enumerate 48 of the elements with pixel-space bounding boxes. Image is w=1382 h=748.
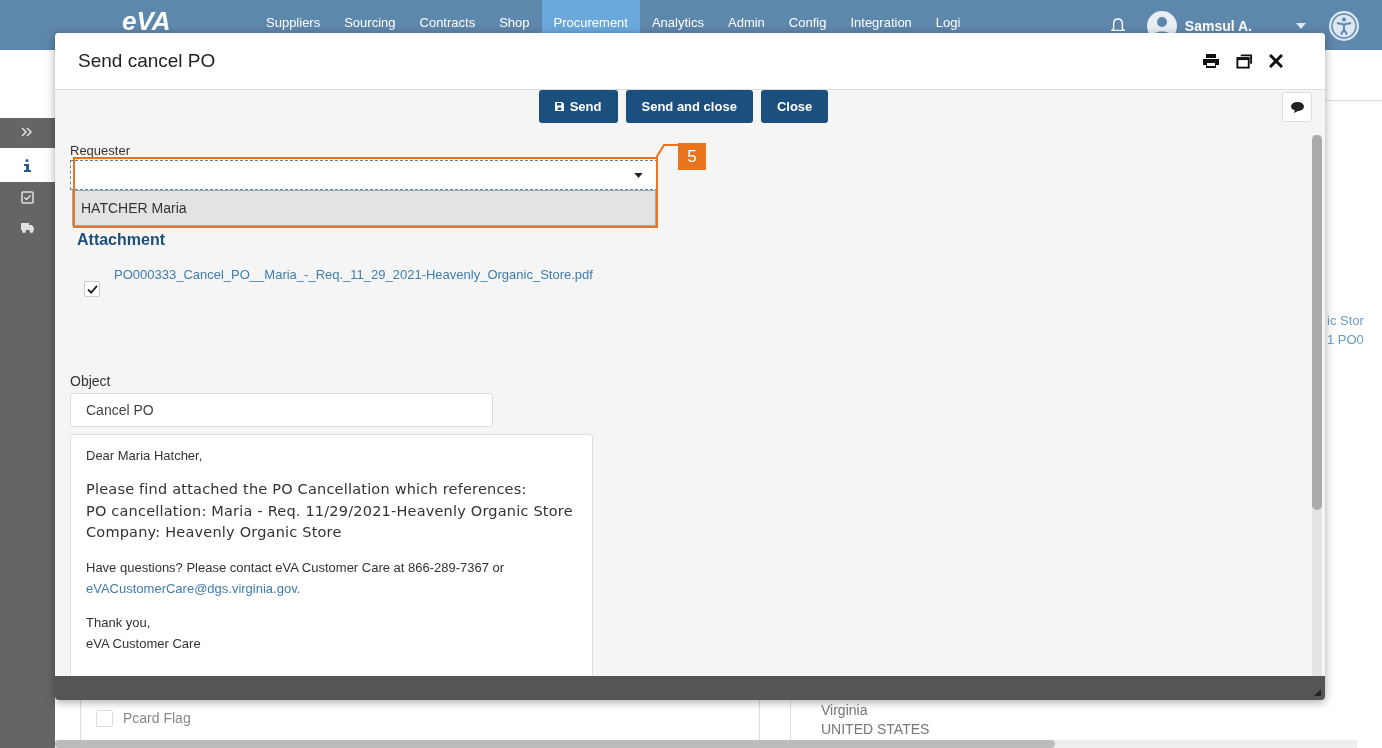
- message-text: Thank you,: [86, 613, 152, 632]
- email-link[interactable]: eVACustomerCare@dgs.virginia.gov.: [86, 580, 301, 596]
- restore-window-icon[interactable]: [1236, 53, 1253, 69]
- message-text: Please find attached the PO Cancellation which references:: [86, 480, 528, 499]
- leader-line: [656, 144, 678, 158]
- close-icon[interactable]: [1269, 54, 1283, 68]
- section-heading: Attachment: [76, 231, 165, 250]
- dialog-button[interactable]: Send: [538, 90, 618, 123]
- message-text: Dear Maria Hatcher,: [86, 447, 204, 465]
- accessibility-icon[interactable]: [1328, 10, 1360, 42]
- logo[interactable]: eVA: [122, 6, 232, 37]
- print-icon[interactable]: [1202, 53, 1220, 69]
- checkbox-label: Pcard Flag: [123, 710, 191, 726]
- comment-button[interactable]: [1282, 92, 1312, 122]
- info-icon: [21, 158, 34, 172]
- dropdown-option[interactable]: HATCHER Maria: [73, 191, 655, 225]
- message-editor[interactable]: [70, 434, 593, 676]
- link-text[interactable]: ic Stor: [1327, 311, 1382, 330]
- link-text[interactable]: 1 PO0: [1327, 330, 1382, 349]
- object-input-field[interactable]: Cancel PO: [70, 393, 493, 427]
- field-label: Requester: [70, 143, 130, 160]
- message-text: eVA Customer Care: [86, 634, 202, 653]
- checkbox[interactable]: [96, 709, 113, 727]
- message-text: Have questions? Please contact eVA Customer Care at 866-289-7367 or eVACustomerCare@dgs.virginia.gov.: [86, 558, 506, 598]
- requester-combobox[interactable]: [70, 160, 658, 190]
- user-name[interactable]: Samsul A.: [1184, 18, 1252, 34]
- rail-tab[interactable]: [0, 148, 55, 182]
- vertical-scrollbar[interactable]: [1312, 135, 1322, 676]
- file-link[interactable]: PO000333_Cancel_PO__Maria_-_Req._11_29_2021-Heavenly_Organic_Store.pdf: [114, 267, 593, 282]
- checkbox-icon: [21, 190, 34, 204]
- address-line: Virginia: [821, 701, 869, 720]
- message-text: PO cancellation: Maria - Req. 11/29/2021-Heavenly Organic Store: [86, 501, 574, 521]
- comment-icon: [1290, 101, 1304, 113]
- dialog-title: Send cancel PO: [78, 50, 216, 72]
- resize-grip-icon[interactable]: [1314, 689, 1321, 696]
- caret-icon: [634, 172, 643, 178]
- field-label: Object: [70, 373, 111, 391]
- bell-icon[interactable]: [1110, 18, 1125, 34]
- truck-icon: [21, 220, 34, 234]
- save-icon: [554, 102, 564, 111]
- address-line: UNITED STATES: [821, 720, 931, 739]
- dialog-button[interactable]: Close: [760, 90, 829, 123]
- checkbox[interactable]: [84, 281, 100, 297]
- step-badge: 5: [678, 143, 706, 170]
- dialog-button[interactable]: Send and close: [625, 90, 753, 123]
- message-text: Company: Heavenly Organic Store: [86, 523, 343, 542]
- caret-icon[interactable]: [1296, 23, 1306, 29]
- horizontal-scrollbar[interactable]: [55, 740, 1357, 748]
